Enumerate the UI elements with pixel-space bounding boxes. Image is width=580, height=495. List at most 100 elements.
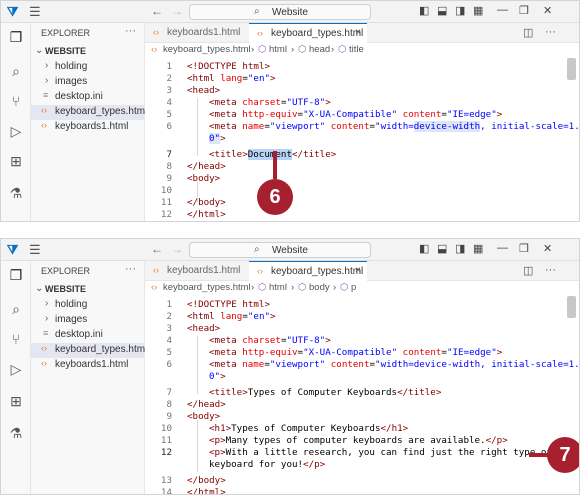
code-line: 3 <head>	[166, 85, 221, 96]
back-arrow-icon[interactable]: ←	[151, 242, 163, 256]
folder-images[interactable]: › images	[31, 313, 145, 328]
tab-keyboard-types[interactable]: ‹› keyboard_types.html ×	[249, 23, 367, 43]
extensions-icon[interactable]: ⊞	[8, 393, 24, 409]
search-icon[interactable]: ⌕	[8, 301, 24, 317]
ellipsis-icon[interactable]: ···	[125, 263, 136, 275]
testing-flask-icon[interactable]: ⚗	[8, 185, 24, 201]
code-line: 4 <meta charset="UTF-8">	[166, 97, 331, 108]
file-keyboard-types[interactable]: ‹› keyboard_types.html	[31, 343, 147, 358]
more-actions-icon[interactable]: ···	[545, 26, 556, 38]
forward-arrow-icon[interactable]: →	[171, 4, 183, 18]
html-file-icon: ‹›	[153, 265, 159, 275]
chevron-right-icon: ›	[45, 75, 49, 86]
code-editor[interactable]: 1 <!DOCTYPE html> 2 <html lang="en"> 3 <hea…	[145, 296, 579, 494]
title-bar: ⧩ ☰ ← → ⌕ Website ◧ ⬓ ◨ ▦ — ❐ ✕	[1, 239, 579, 261]
search-icon[interactable]: ⌕	[8, 63, 24, 79]
restore-icon[interactable]: ❐	[519, 242, 529, 255]
breadcrumb-html[interactable]: html	[269, 282, 287, 293]
callout-step-7: 7	[547, 437, 579, 473]
extensions-icon[interactable]: ⊞	[8, 153, 24, 169]
explorer-files-icon[interactable]: ❐	[8, 267, 24, 283]
folder-images[interactable]: › images	[31, 75, 145, 90]
testing-flask-icon[interactable]: ⚗	[8, 425, 24, 441]
tab-keyboard-types[interactable]: ‹› keyboard_types.html ×	[249, 261, 367, 281]
tab-keyboards1[interactable]: ‹› keyboards1.html	[145, 261, 249, 281]
minimize-icon[interactable]: —	[497, 242, 508, 254]
breadcrumb-head[interactable]: head	[309, 44, 330, 55]
menu-icon[interactable]: ☰	[29, 242, 41, 258]
code-line: 1 <!DOCTYPE html>	[166, 299, 270, 310]
file-keyboard-types[interactable]: ‹› keyboard_types.html	[31, 105, 147, 120]
html-file-icon: ‹›	[151, 282, 158, 293]
explorer-files-icon[interactable]: ❐	[8, 29, 24, 45]
file-desktop-ini[interactable]: ≡ desktop.ini	[31, 90, 145, 105]
source-control-icon[interactable]: ⑂	[8, 93, 24, 109]
split-editor-icon[interactable]: ◫	[523, 26, 533, 39]
toggle-primary-sidebar-icon[interactable]: ◧	[419, 242, 429, 255]
file-desktop-ini[interactable]: ≡ desktop.ini	[31, 328, 145, 343]
file-keyboards1[interactable]: ‹› keyboards1.html	[31, 120, 145, 135]
toggle-secondary-sidebar-icon[interactable]: ◨	[455, 4, 465, 17]
run-debug-icon[interactable]: ▷	[8, 361, 24, 377]
toggle-secondary-sidebar-icon[interactable]: ◨	[455, 242, 465, 255]
tab-keyboards1[interactable]: ‹› keyboards1.html	[145, 23, 249, 43]
run-debug-icon[interactable]: ▷	[8, 123, 24, 139]
code-line: 6 <meta name="viewport" content="width=de…	[166, 359, 580, 370]
back-arrow-icon[interactable]: ←	[151, 4, 163, 18]
close-tab-icon[interactable]: ×	[355, 27, 361, 38]
folder-website[interactable]: ⌄ WEBSITE	[31, 283, 145, 298]
forward-arrow-icon[interactable]: →	[171, 242, 183, 256]
more-actions-icon[interactable]: ···	[545, 264, 556, 276]
minimize-icon[interactable]: —	[497, 4, 508, 16]
close-window-icon[interactable]: ✕	[543, 4, 552, 17]
source-control-icon[interactable]: ⑂	[8, 331, 24, 347]
breadcrumb-file[interactable]: keyboard_types.html	[163, 44, 251, 55]
restore-icon[interactable]: ❐	[519, 4, 529, 17]
toggle-panel-icon[interactable]: ⬓	[437, 4, 447, 17]
html-file-icon: ‹›	[41, 105, 47, 115]
customize-layout-icon[interactable]: ▦	[473, 242, 483, 255]
code-line: 8 </head>	[166, 399, 226, 410]
code-line: 9 <body>	[166, 411, 221, 422]
code-line: 10 <h1>Types of Computer Keyboards</h1>	[160, 423, 409, 434]
split-editor-icon[interactable]: ◫	[523, 264, 533, 277]
html-file-icon: ‹›	[41, 120, 47, 130]
element-icon: ⬡	[258, 44, 267, 55]
code-line: 3 <head>	[166, 323, 221, 334]
spacer	[0, 222, 580, 238]
folder-holding[interactable]: › holding	[31, 60, 145, 75]
code-editor[interactable]: 1 <!DOCTYPE html> 2 <html lang="en"> 3 <hea…	[145, 58, 579, 221]
selected-text: Document	[247, 149, 292, 160]
toggle-panel-icon[interactable]: ⬓	[437, 242, 447, 255]
close-window-icon[interactable]: ✕	[543, 242, 552, 255]
vertical-scrollbar[interactable]	[567, 296, 576, 318]
folder-website[interactable]: ⌄ WEBSITE	[31, 45, 145, 60]
breadcrumb-title[interactable]: title	[349, 44, 364, 55]
menu-icon[interactable]: ☰	[29, 4, 41, 20]
code-line: 2 <html lang="en">	[166, 73, 276, 84]
vertical-scrollbar[interactable]	[567, 58, 576, 80]
file-keyboards1[interactable]: ‹› keyboards1.html	[31, 358, 145, 373]
activity-bar: ❐ ⌕ ⑂ ▷ ⊞ ⚗	[1, 23, 31, 221]
breadcrumb-html[interactable]: html	[269, 44, 287, 55]
title-bar: ⧩ ☰ ← → ⌕ Website ◧ ⬓ ◨ ▦ — ❐ ✕	[1, 1, 579, 23]
command-center-search[interactable]: ⌕ Website	[189, 242, 371, 258]
vscode-window-step7: ⧩ ☰ ← → ⌕ Website ◧ ⬓ ◨ ▦ — ❐ ✕ ❐ ⌕ ⑂ ▷ …	[0, 238, 580, 495]
customize-layout-icon[interactable]: ▦	[473, 4, 483, 17]
code-line: 2 <html lang="en">	[166, 311, 276, 322]
explorer-title: EXPLORER	[41, 266, 91, 276]
element-icon: ⬡	[340, 282, 349, 293]
chevron-right-icon: ›	[45, 298, 49, 309]
folder-holding[interactable]: › holding	[31, 298, 145, 313]
close-tab-icon[interactable]: ×	[355, 265, 361, 276]
toggle-primary-sidebar-icon[interactable]: ◧	[419, 4, 429, 17]
code-line-current: 7 <title>Document</title>	[166, 149, 337, 160]
ellipsis-icon[interactable]: ···	[125, 25, 136, 37]
settings-file-icon: ≡	[43, 328, 49, 338]
command-center-search[interactable]: ⌕ Website	[189, 4, 371, 20]
breadcrumb-body[interactable]: body	[309, 282, 330, 293]
breadcrumb-file[interactable]: keyboard_types.html	[163, 282, 251, 293]
callout-pointer	[273, 151, 277, 179]
activity-bar: ❐ ⌕ ⑂ ▷ ⊞ ⚗	[1, 261, 31, 494]
breadcrumb-p[interactable]: p	[351, 282, 356, 293]
